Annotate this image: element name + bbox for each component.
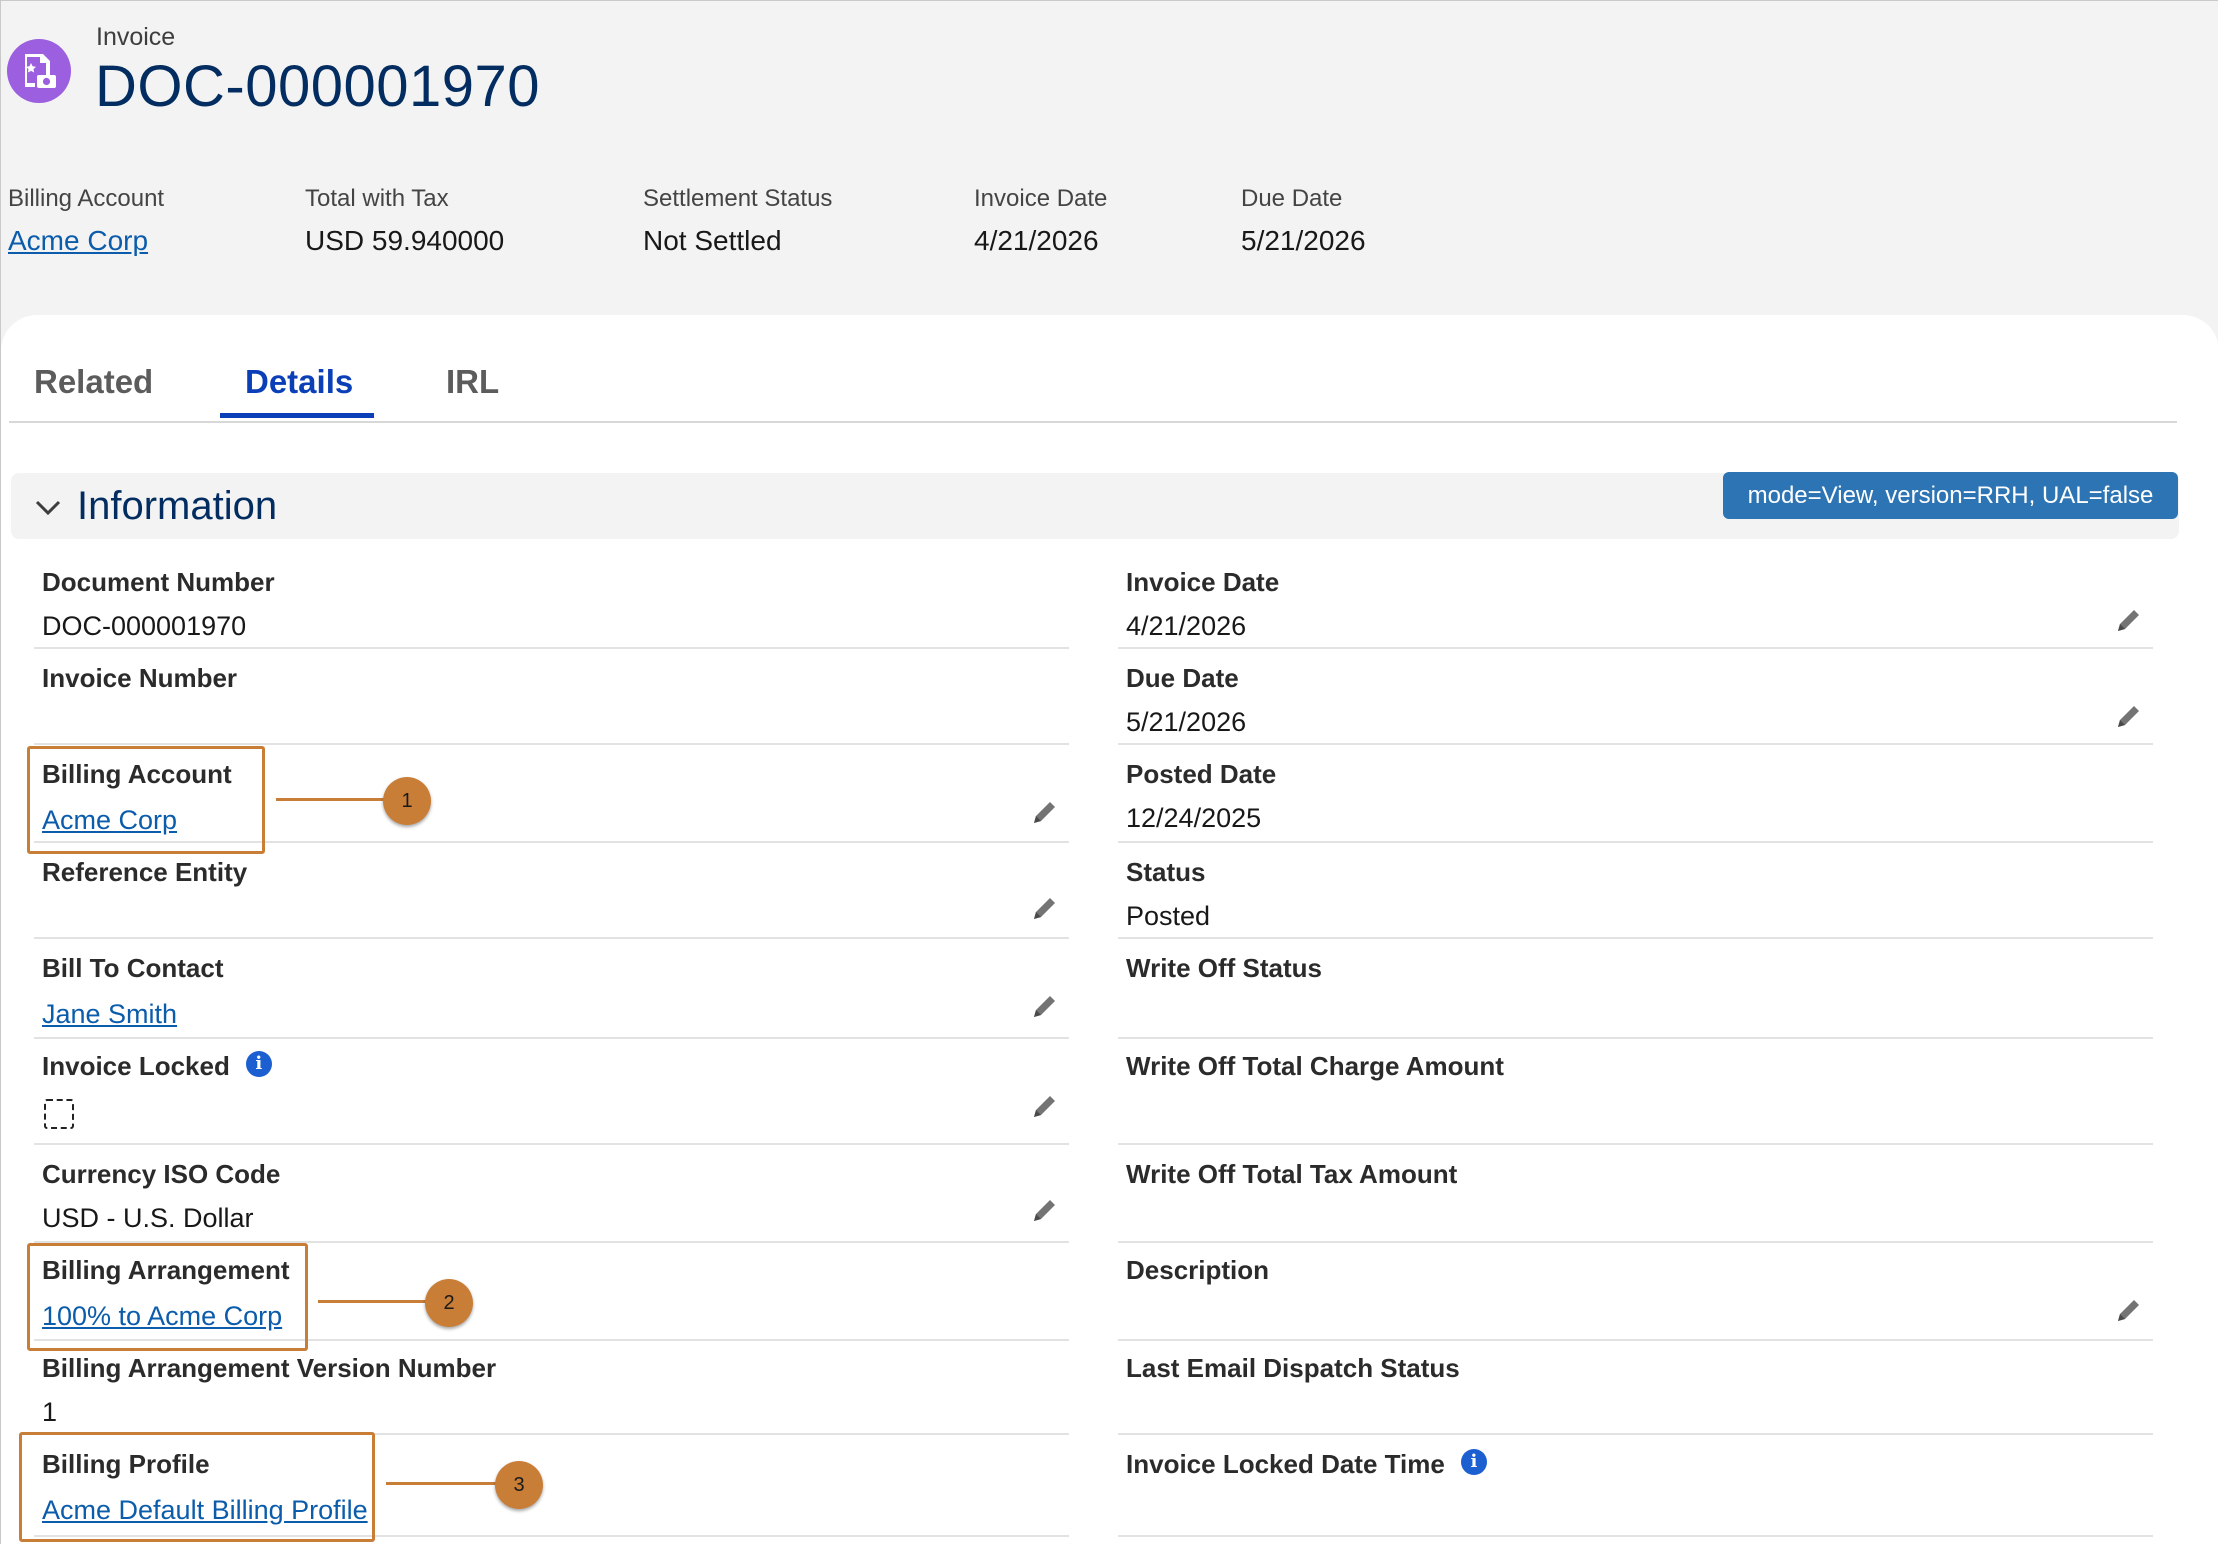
pencil-edit-icon[interactable] [2114,1295,2144,1325]
tab-related[interactable]: Related [34,363,153,401]
field-label: Write Off Status [1126,953,1322,983]
bill-to-contact-link[interactable]: Jane Smith [42,999,177,1030]
invoice-locked-checkbox[interactable] [44,1099,74,1129]
field-divider [1118,1433,2153,1435]
field-divider [34,937,1069,939]
highlight-total-with-tax: Total with Tax USD 59.940000 [305,185,504,257]
callout-line [386,1482,496,1485]
callout-box-billing-profile [19,1432,375,1542]
tab-irl[interactable]: IRL [446,363,499,401]
pencil-edit-icon[interactable] [1030,1091,1060,1121]
tabs-divider [9,421,2177,423]
field-label: Posted Date [1126,759,1277,789]
info-icon[interactable]: i [245,1051,272,1078]
field-divider [1118,937,2153,939]
field-value: 1 [42,1397,58,1427]
section-title: Information [77,484,278,528]
highlight-value: Not Settled [643,225,782,256]
highlight-label: Settlement Status [643,185,833,212]
pencil-edit-icon[interactable] [1030,797,1060,827]
highlight-label: Due Date [1241,185,1343,212]
callout-box-billing-account [27,746,265,854]
info-icon[interactable]: i [1460,1449,1487,1476]
pencil-edit-icon[interactable] [1030,991,1060,1021]
field-label: Write Off Total Tax Amount [1126,1159,1458,1189]
field-divider [1118,647,2153,649]
tab-details[interactable]: Details [245,363,353,401]
field-label: Status [1126,857,1206,887]
field-divider [1118,1143,2153,1145]
field-value: USD - U.S. Dollar [42,1203,254,1233]
pencil-edit-icon[interactable] [1030,893,1060,923]
pencil-edit-icon[interactable] [2114,605,2144,635]
field-label: Description [1126,1255,1270,1285]
field-label: Last Email Dispatch Status [1126,1353,1460,1383]
field-value: DOC-000001970 [42,611,247,641]
callout-line [318,1300,428,1303]
pencil-edit-icon[interactable] [1030,1195,1060,1225]
field-divider [1118,841,2153,843]
highlight-value: 4/21/2026 [974,225,1099,256]
callout-badge: 2 [425,1279,473,1327]
field-label: Currency ISO Code [42,1159,281,1189]
invoice-icon [7,39,71,103]
highlight-billing-account: Billing Account Acme Corp [8,185,164,257]
field-divider [1118,1241,2153,1243]
field-label: Document Number [42,567,275,597]
field-label: Invoice Locked i [42,1051,272,1082]
field-value: 4/21/2026 [1126,611,1247,641]
field-value: 12/24/2025 [1126,803,1262,833]
highlight-settlement-status: Settlement Status Not Settled [643,185,832,257]
chevron-down-icon [35,500,61,516]
mode-badge: mode=View, version=RRH, UAL=false [1723,472,2178,519]
field-divider [1118,743,2153,745]
field-label-text: Invoice Locked [42,1051,230,1081]
highlight-value: 5/21/2026 [1241,225,1366,256]
active-tab-indicator [220,413,374,418]
field-divider [1118,1535,2153,1537]
field-label: Invoice Date [1126,567,1280,597]
callout-box-billing-arrangement [27,1243,308,1351]
highlight-label: Invoice Date [974,185,1108,212]
callout-badge: 1 [383,777,431,825]
field-label-text: Invoice Locked Date Time [1126,1449,1445,1479]
field-label: Billing Arrangement Version Number [42,1353,497,1383]
details-card: Related Details IRL Information mode=Vie… [1,315,2218,1544]
field-divider [34,1143,1069,1145]
highlight-label: Total with Tax [305,185,449,212]
callout-badge: 3 [495,1461,543,1509]
field-value: 5/21/2026 [1126,707,1247,737]
object-type-label: Invoice [96,23,176,51]
field-divider [34,1037,1069,1039]
field-label: Invoice Number [42,663,238,693]
field-label: Invoice Locked Date Time i [1126,1449,1487,1480]
field-value: Posted [1126,901,1211,931]
highlight-label: Billing Account [8,185,165,212]
field-divider [34,743,1069,745]
highlight-due-date: Due Date 5/21/2026 [1241,185,1366,257]
record-title: DOC-000001970 [95,54,541,119]
field-label: Due Date [1126,663,1239,693]
field-divider [1118,1339,2153,1341]
field-divider [1118,1037,2153,1039]
highlight-invoice-date: Invoice Date 4/21/2026 [974,185,1107,257]
field-label: Bill To Contact [42,953,224,983]
field-label: Reference Entity [42,857,248,887]
field-label: Write Off Total Charge Amount [1126,1051,1504,1081]
highlight-value: USD 59.940000 [305,225,505,256]
pencil-edit-icon[interactable] [2114,701,2144,731]
billing-account-link[interactable]: Acme Corp [8,225,164,257]
callout-line [276,798,386,801]
field-divider [34,647,1069,649]
